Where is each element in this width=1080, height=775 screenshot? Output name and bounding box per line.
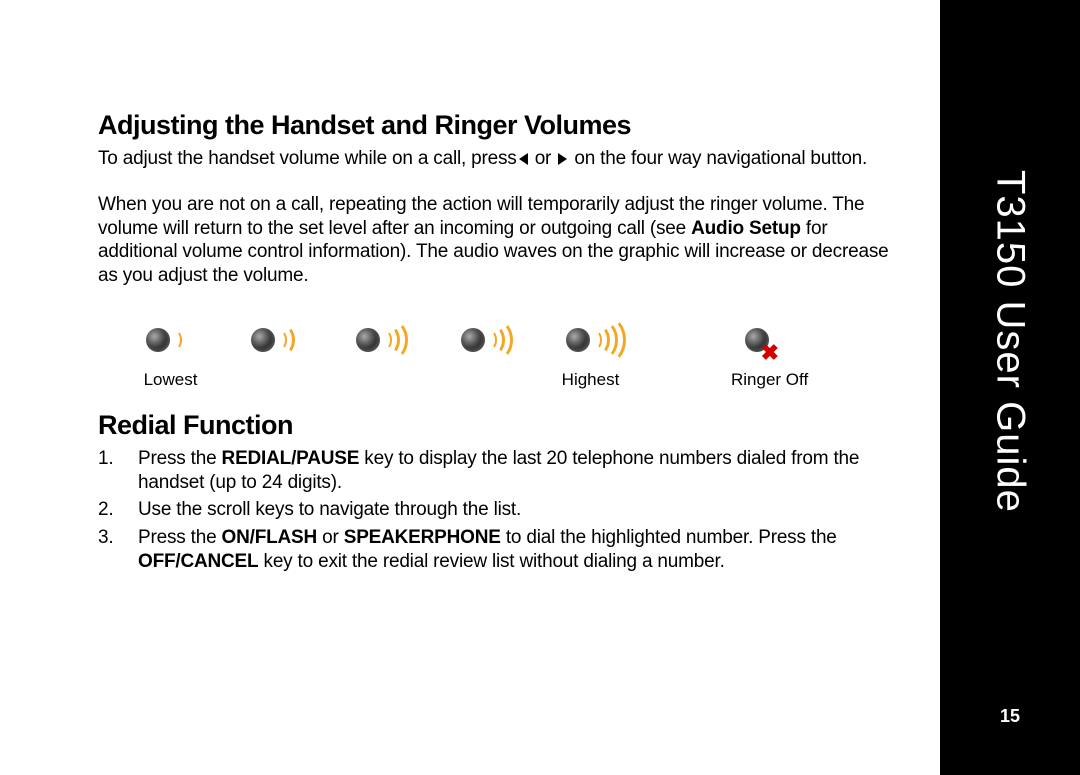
bold-text: REDIAL/PAUSE	[222, 448, 360, 469]
left-arrow-icon	[519, 153, 528, 165]
text-span: or	[317, 527, 344, 548]
content-area: Adjusting the Handset and Ringer Volumes…	[0, 0, 940, 775]
volume-level-graphics: Lowest	[138, 316, 900, 390]
page-number: 15	[940, 706, 1080, 727]
list-item: Press the ON/FLASH or SPEAKERPHONE to di…	[98, 526, 900, 574]
volume-level-4	[453, 316, 518, 390]
paragraph-volume-intro: To adjust the handset volume while on a …	[98, 147, 900, 171]
right-arrow-icon	[558, 153, 567, 165]
text-span: or	[530, 148, 557, 169]
speaker-icon-1wave	[140, 316, 202, 366]
speaker-icon-off: ✖	[739, 316, 801, 366]
red-x-icon: ✖	[761, 342, 779, 364]
speaker-icon-3wave	[350, 316, 412, 366]
text-span: key to exit the redial review list witho…	[258, 551, 724, 572]
section-redial: Redial Function Press the REDIAL/PAUSE k…	[98, 410, 900, 574]
list-item: Press the REDIAL/PAUSE key to display th…	[98, 447, 900, 495]
bold-text: SPEAKERPHONE	[344, 527, 501, 548]
speaker-icon-4wave	[560, 316, 622, 366]
volume-level-2	[243, 316, 308, 390]
volume-label-empty	[273, 370, 278, 390]
speaker-icon-2wave	[245, 316, 307, 366]
volume-level-off: ✖ Ringer Off	[731, 316, 808, 390]
text-span: on the four way navigational button.	[569, 148, 867, 169]
volume-level-highest: Highest	[558, 316, 623, 390]
text-span: To adjust the handset volume while on a …	[98, 148, 517, 169]
paragraph-volume-detail: When you are not on a call, repeating th…	[98, 193, 900, 288]
volume-label-highest: Highest	[562, 370, 620, 390]
bold-text: Audio Setup	[691, 218, 801, 239]
text-span: Press the	[138, 527, 222, 548]
section-heading-redial: Redial Function	[98, 410, 900, 441]
volume-label-empty	[378, 370, 383, 390]
sidebar-title: T3150 User Guide	[988, 170, 1033, 513]
list-item: Use the scroll keys to navigate through …	[98, 498, 900, 522]
bold-text: ON/FLASH	[222, 527, 318, 548]
redial-steps-list: Press the REDIAL/PAUSE key to display th…	[98, 447, 900, 574]
volume-label-off: Ringer Off	[731, 370, 808, 390]
text-span: to dial the highlighted number. Press th…	[501, 527, 837, 548]
text-span: Use the scroll keys to navigate through …	[138, 499, 521, 520]
page-container: Adjusting the Handset and Ringer Volumes…	[0, 0, 1080, 775]
volume-level-lowest: Lowest	[138, 316, 203, 390]
speaker-icon-3wave-alt	[455, 316, 517, 366]
volume-level-3	[348, 316, 413, 390]
sidebar: T3150 User Guide 15	[940, 0, 1080, 775]
section-heading-volumes: Adjusting the Handset and Ringer Volumes	[98, 110, 900, 141]
volume-label-empty	[483, 370, 488, 390]
bold-text: OFF/CANCEL	[138, 551, 258, 572]
text-span: Press the	[138, 448, 222, 469]
volume-label-lowest: Lowest	[144, 370, 198, 390]
